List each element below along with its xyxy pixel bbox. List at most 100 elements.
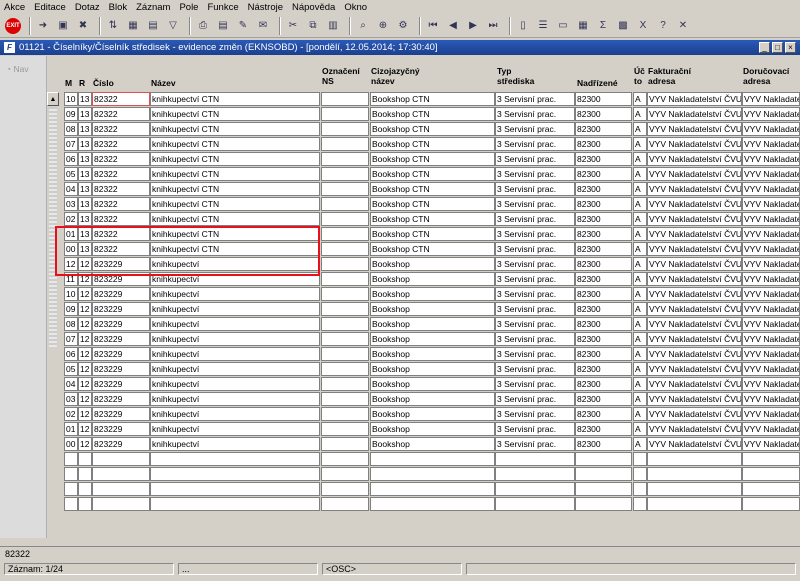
cell-uc[interactable]: A xyxy=(633,302,647,316)
cell-uc[interactable]: A xyxy=(633,107,647,121)
cell-r[interactable]: 12 xyxy=(78,347,92,361)
cell-dor[interactable]: VYV Nakladatelství xyxy=(742,122,800,136)
cell-dor[interactable]: VYV Nakladatelství xyxy=(742,227,800,241)
cell-uc[interactable]: A xyxy=(633,437,647,451)
cell-cislo[interactable]: 823229 xyxy=(92,437,150,451)
cell-fakt[interactable]: VYV Nakladatelství ČVUT xyxy=(647,167,742,181)
next-record-icon[interactable]: ▶ xyxy=(465,18,481,34)
cell-dor[interactable]: VYV Nakladatelství xyxy=(742,317,800,331)
cell-nazev[interactable]: knihkupectví xyxy=(150,302,320,316)
cell-uc[interactable]: A xyxy=(633,362,647,376)
cell-dor[interactable]: VYV Nakladatelství xyxy=(742,407,800,421)
cell-nazev[interactable]: knihkupectví xyxy=(150,287,320,301)
delete-record-icon[interactable]: ✖ xyxy=(75,18,91,34)
cell-cislo[interactable]: 82322 xyxy=(92,182,150,196)
cell-cislo[interactable]: 82322 xyxy=(92,107,150,121)
menu-item[interactable]: Záznam xyxy=(136,2,170,13)
cell-m[interactable]: 05 xyxy=(64,167,78,181)
cell-nadr[interactable]: 82300 xyxy=(575,197,632,211)
cell-cizo[interactable]: Bookshop xyxy=(370,392,495,406)
cell-dor[interactable]: VYV Nakladatelství xyxy=(742,422,800,436)
cell-m[interactable]: 08 xyxy=(64,317,78,331)
cell-nadr[interactable]: 82300 xyxy=(575,182,632,196)
cell-uc[interactable]: A xyxy=(633,137,647,151)
cell-dor[interactable]: VYV Nakladatelství xyxy=(742,362,800,376)
cell-r[interactable]: 13 xyxy=(78,122,92,136)
cell-cizo[interactable]: Bookshop xyxy=(370,377,495,391)
cell-nadr[interactable]: 82300 xyxy=(575,362,632,376)
cell-dor[interactable]: VYV Nakladatelství xyxy=(742,377,800,391)
cell-ozn[interactable] xyxy=(321,137,369,151)
cell-typ[interactable]: 3 Servisní prac. xyxy=(495,377,575,391)
row-indicator[interactable] xyxy=(52,167,62,181)
row-indicator[interactable] xyxy=(52,407,62,421)
cell-cizo[interactable] xyxy=(370,482,495,496)
cell-m[interactable]: 11 xyxy=(64,272,78,286)
tools-icon[interactable]: ⚙ xyxy=(395,18,411,34)
cell-nazev[interactable]: knihkupectví CTN xyxy=(150,227,320,241)
cell-nazev[interactable] xyxy=(150,467,320,481)
cell-nazev[interactable]: knihkupectví xyxy=(150,377,320,391)
cell-typ[interactable]: 3 Servisní prac. xyxy=(495,302,575,316)
menu-item[interactable]: Nápověda xyxy=(292,2,335,13)
cell-fakt[interactable]: VYV Nakladatelství ČVUT xyxy=(647,257,742,271)
cell-nazev[interactable]: knihkupectví CTN xyxy=(150,197,320,211)
cell-r[interactable]: 13 xyxy=(78,227,92,241)
cell-nadr[interactable]: 82300 xyxy=(575,437,632,451)
menu-item[interactable]: Akce xyxy=(4,2,25,13)
cell-dor[interactable]: VYV Nakladatelství xyxy=(742,152,800,166)
cell-cizo[interactable]: Bookshop xyxy=(370,317,495,331)
row-indicator[interactable] xyxy=(52,452,62,466)
cell-typ[interactable]: 3 Servisní prac. xyxy=(495,137,575,151)
cell-typ[interactable]: 3 Servisní prac. xyxy=(495,167,575,181)
maximize-icon[interactable]: □ xyxy=(772,42,783,53)
cell-cislo[interactable]: 823229 xyxy=(92,257,150,271)
cell-r[interactable]: 12 xyxy=(78,317,92,331)
cell-nadr[interactable]: 82300 xyxy=(575,242,632,256)
cell-m[interactable]: 09 xyxy=(64,107,78,121)
cell-ozn[interactable] xyxy=(321,377,369,391)
cell-nadr[interactable]: 82300 xyxy=(575,92,632,106)
last-record-icon[interactable]: ⏭ xyxy=(485,18,501,34)
cell-cizo[interactable]: Bookshop CTN xyxy=(370,152,495,166)
cell-fakt[interactable]: VYV Nakladatelství ČVUT xyxy=(647,242,742,256)
row-indicator[interactable] xyxy=(52,197,62,211)
cell-uc[interactable]: A xyxy=(633,257,647,271)
cell-nadr[interactable]: 82300 xyxy=(575,317,632,331)
cell-m[interactable]: 01 xyxy=(64,227,78,241)
cell-m[interactable]: 00 xyxy=(64,437,78,451)
cell-uc[interactable]: A xyxy=(633,392,647,406)
cell-nadr[interactable]: 82300 xyxy=(575,332,632,346)
cell-nazev[interactable]: knihkupectví xyxy=(150,347,320,361)
cell-typ[interactable]: 3 Servisní prac. xyxy=(495,362,575,376)
cell-m[interactable]: 01 xyxy=(64,422,78,436)
cell-cislo[interactable]: 823229 xyxy=(92,272,150,286)
cell-ozn[interactable] xyxy=(321,212,369,226)
cell-uc[interactable]: A xyxy=(633,272,647,286)
row-indicator[interactable] xyxy=(52,122,62,136)
cell-dor[interactable]: VYV Nakladatelství xyxy=(742,347,800,361)
cell-nazev[interactable]: knihkupectví xyxy=(150,392,320,406)
cell-cizo[interactable]: Bookshop xyxy=(370,422,495,436)
cell-typ[interactable]: 3 Servisní prac. xyxy=(495,182,575,196)
navigator-label[interactable]: ◔ Nav xyxy=(6,64,29,74)
cell-ozn[interactable] xyxy=(321,497,369,511)
query-icon[interactable]: ▦ xyxy=(125,18,141,34)
cell-r[interactable]: 13 xyxy=(78,137,92,151)
row-indicator[interactable] xyxy=(52,287,62,301)
cell-dor[interactable]: VYV Nakladatelství xyxy=(742,182,800,196)
cell-m[interactable]: 03 xyxy=(64,197,78,211)
cell-r[interactable]: 12 xyxy=(78,407,92,421)
cell-m[interactable]: 06 xyxy=(64,347,78,361)
cell-r[interactable] xyxy=(78,482,92,496)
cell-nadr[interactable]: 82300 xyxy=(575,137,632,151)
cell-fakt[interactable]: VYV Nakladatelství ČVUT xyxy=(647,362,742,376)
cell-uc[interactable]: A xyxy=(633,92,647,106)
cell-r[interactable]: 13 xyxy=(78,242,92,256)
cell-fakt[interactable]: VYV Nakladatelství ČVUT xyxy=(647,197,742,211)
row-indicator[interactable] xyxy=(52,137,62,151)
cell-dor[interactable] xyxy=(742,467,800,481)
cell-fakt[interactable]: VYV Nakladatelství ČVUT xyxy=(647,437,742,451)
cell-m[interactable]: 10 xyxy=(64,92,78,106)
cell-nazev[interactable] xyxy=(150,497,320,511)
